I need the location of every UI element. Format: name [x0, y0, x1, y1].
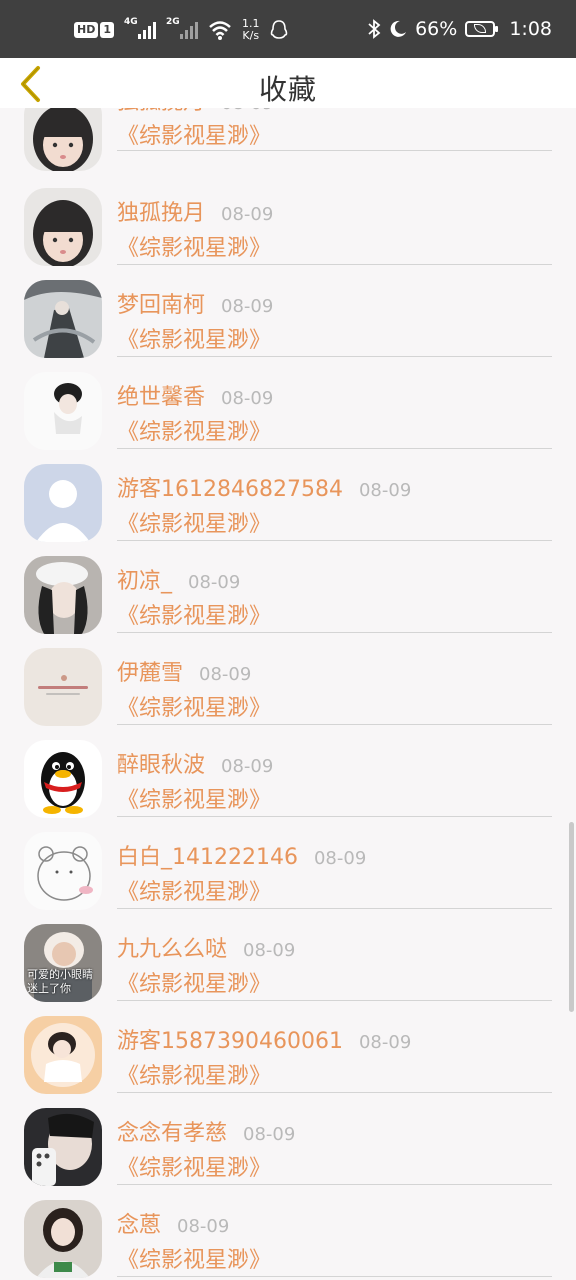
list-item[interactable]: 醉眼秋波 08-09 《综影视星渺》 [0, 730, 576, 822]
item-date: 08-09 [221, 388, 274, 409]
avatar [24, 832, 102, 910]
list-item[interactable]: 独孤挽月 08-09 《综影视星渺》 [0, 108, 576, 178]
divider [117, 1276, 552, 1277]
list-item[interactable]: 念蒽 08-09 《综影视星渺》 [0, 1190, 576, 1280]
list-item[interactable]: 念念有孝慈 08-09 《综影视星渺》 [0, 1098, 576, 1190]
item-date: 08-09 [188, 572, 241, 593]
wifi-icon [209, 21, 231, 40]
item-date: 08-09 [221, 756, 274, 777]
book-title: 《综影视星渺》 [117, 512, 272, 537]
item-date: 08-09 [243, 940, 296, 961]
avatar [24, 372, 102, 450]
avatar [24, 464, 102, 542]
book-title: 《综影视星渺》 [117, 420, 272, 445]
item-date: 08-09 [358, 480, 412, 501]
user-name: 独孤挽月 [117, 108, 205, 116]
divider [117, 1000, 552, 1001]
book-title: 《综影视星渺》 [117, 1064, 272, 1089]
item-date: 08-09 [358, 1032, 412, 1053]
moon-icon [390, 20, 407, 37]
list-item[interactable]: 游客1612846827584 08-09 《综影视星渺》 [0, 454, 576, 546]
item-date: 08-09 [199, 664, 252, 685]
user-name: 白白_141222146 [117, 845, 298, 870]
user-name: 游客1587390460061 [117, 1029, 343, 1054]
divider [117, 908, 552, 909]
avatar [24, 280, 102, 358]
user-name: 醉眼秋波 [117, 753, 206, 778]
item-date: 08-09 [243, 1124, 296, 1145]
divider [117, 1092, 552, 1093]
book-title: 《综影视星渺》 [117, 1156, 272, 1181]
item-date: 08-09 [177, 1216, 230, 1237]
user-name: 绝世馨香 [117, 385, 206, 410]
divider [117, 264, 552, 265]
list-item[interactable]: 绝世馨香 08-09 《综影视星渺》 [0, 362, 576, 454]
book-title: 《综影视星渺》 [117, 124, 272, 149]
user-name: 九九么么哒 [117, 937, 228, 962]
user-name: 念念有孝慈 [117, 1121, 228, 1146]
list-item[interactable]: 独孤挽月 08-09 《综影视星渺》 [0, 178, 576, 270]
divider [117, 724, 552, 725]
user-name: 念蒽 [117, 1213, 162, 1238]
user-name: 独孤挽月 [117, 201, 206, 226]
book-title: 《综影视星渺》 [117, 328, 272, 353]
user-name: 游客1612846827584 [117, 477, 343, 502]
book-title: 《综影视星渺》 [117, 236, 272, 261]
item-date: 08-09 [221, 296, 274, 317]
signal-2g-icon: 2G [166, 17, 198, 39]
status-right: 66% 1:08 [367, 18, 552, 40]
bluetooth-icon [368, 19, 381, 39]
clock: 1:08 [509, 18, 552, 40]
book-title: 《综影视星渺》 [117, 972, 272, 997]
divider [117, 356, 552, 357]
avatar [24, 1108, 102, 1186]
status-bar: HD 1 4G 2G 1.1 K/s 66% 1:08 [0, 0, 576, 58]
avatar [24, 1016, 102, 1094]
scrollbar[interactable] [569, 822, 574, 1012]
book-title: 《综影视星渺》 [117, 604, 272, 629]
favorites-list[interactable]: 独孤挽月 08-09 《综影视星渺》 独孤挽月 08-09 《综影视星渺》 梦回南柯… [0, 108, 576, 1280]
list-item[interactable]: 初凉_ 08-09 《综影视星渺》 [0, 546, 576, 638]
list-item[interactable]: 游客1587390460061 08-09 《综影视星渺》 [0, 1006, 576, 1098]
avatar [24, 108, 102, 171]
avatar-caption: 可爱的小眼睛 迷上了你 [27, 968, 93, 995]
book-title: 《综影视星渺》 [117, 788, 272, 813]
avatar [24, 1200, 102, 1278]
avatar [24, 556, 102, 634]
battery-percent: 66% [415, 18, 458, 40]
avatar [24, 188, 102, 266]
divider [117, 816, 552, 817]
item-date: 08-09 [221, 204, 274, 225]
avatar [24, 648, 102, 726]
divider [117, 448, 552, 449]
item-date: 08-09 [221, 108, 273, 114]
book-title: 《综影视星渺》 [117, 696, 272, 721]
avatar: 可爱的小眼睛 迷上了你 [24, 924, 102, 1002]
page-title: 收藏 [258, 73, 317, 106]
list-item[interactable]: 梦回南柯 08-09 《综影视星渺》 [0, 270, 576, 362]
status-left: HD 1 4G 2G 1.1 K/s [74, 17, 288, 42]
divider [117, 1184, 552, 1185]
book-title: 《综影视星渺》 [117, 880, 272, 905]
list-item[interactable]: 伊麓雪 08-09 《综影视星渺》 [0, 638, 576, 730]
hd-icon: HD 1 [74, 22, 114, 38]
divider [117, 150, 552, 151]
book-title: 《综影视星渺》 [117, 1248, 272, 1273]
battery-icon [465, 21, 499, 37]
list-item[interactable]: 可爱的小眼睛 迷上了你 九九么么哒 08-09 《综影视星渺》 [0, 914, 576, 1006]
net-speed: 1.1 K/s [242, 17, 260, 42]
user-name: 伊麓雪 [117, 661, 184, 686]
signal-4g-icon: 4G [124, 17, 156, 39]
app-header: 收藏 [0, 58, 576, 108]
list-item[interactable]: 白白_141222146 08-09 《综影视星渺》 [0, 822, 576, 914]
item-date: 08-09 [313, 848, 367, 869]
qq-icon [270, 20, 287, 39]
avatar [24, 740, 102, 818]
user-name: 初凉_ [117, 569, 173, 594]
divider [117, 540, 552, 541]
divider [117, 632, 552, 633]
user-name: 梦回南柯 [117, 293, 206, 318]
